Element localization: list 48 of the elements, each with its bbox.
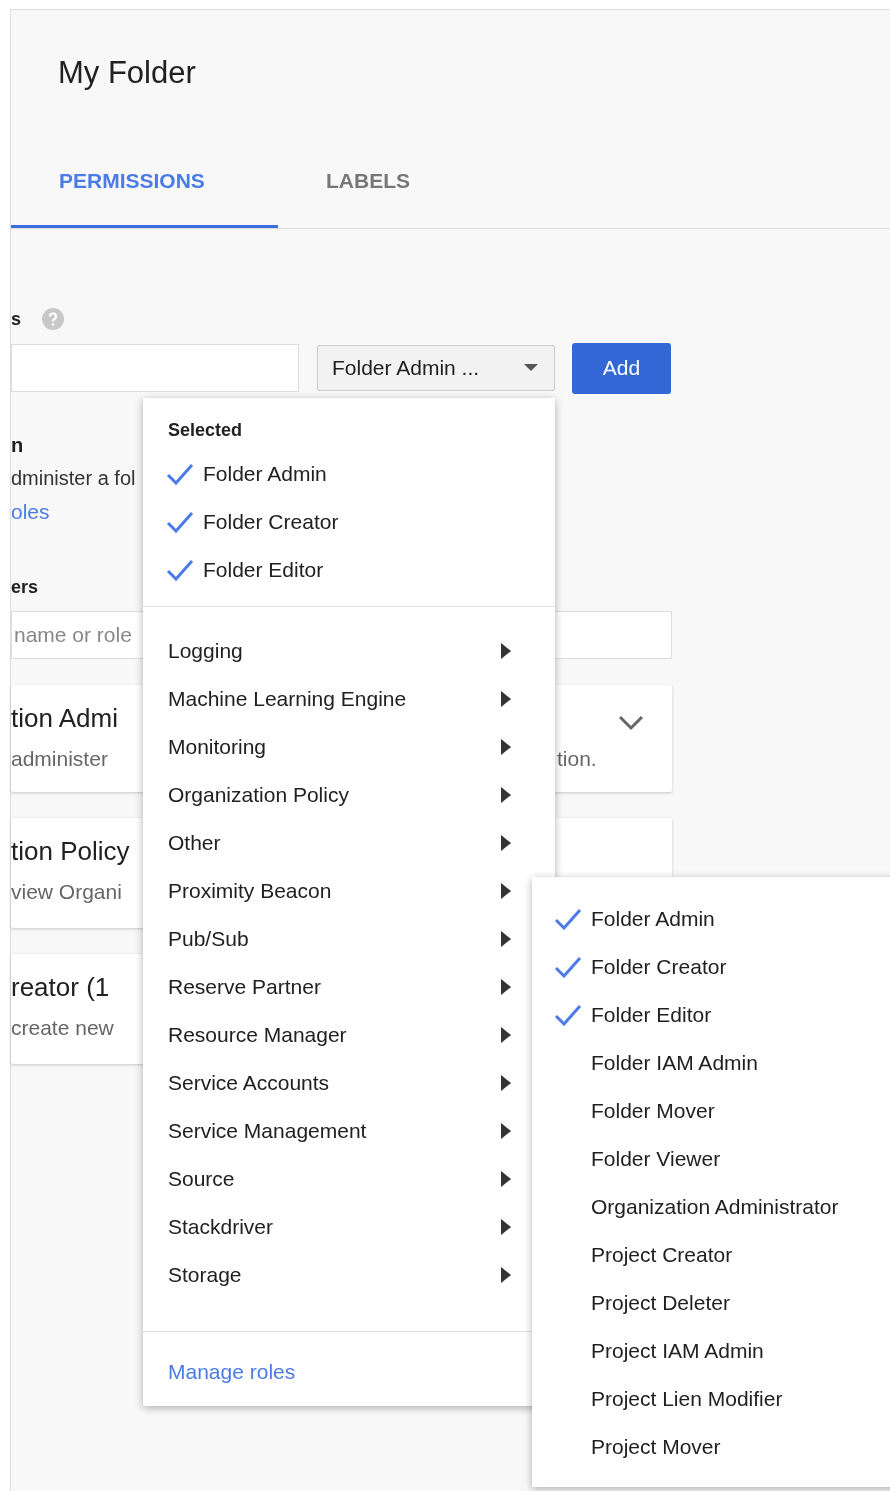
tab[interactable]: PERMISSIONS: [11, 169, 278, 228]
menu-item[interactable]: Stackdriver: [143, 1203, 525, 1251]
menu-item[interactable]: Machine Learning Engine: [143, 675, 525, 723]
card-description: administer: [11, 747, 108, 771]
menu-item[interactable]: Service Management: [143, 1107, 525, 1155]
menu-item[interactable]: Project Deleter: [532, 1279, 890, 1327]
menu-item[interactable]: Project Mover: [532, 1423, 890, 1471]
menu-item[interactable]: Logging: [143, 627, 525, 675]
menu-item[interactable]: Folder Editor: [532, 991, 890, 1039]
menu-item[interactable]: Monitoring: [143, 723, 525, 771]
menu-item[interactable]: Folder Mover: [532, 1087, 890, 1135]
card-title: reator (1: [11, 971, 110, 1004]
card-description: create new: [11, 1016, 114, 1040]
menu-item[interactable]: Other: [143, 819, 525, 867]
card-description-end: tion.: [557, 747, 597, 771]
menu-item[interactable]: Project Creator: [532, 1231, 890, 1279]
card-description: view Organi: [11, 880, 122, 904]
menu-item[interactable]: Folder IAM Admin: [532, 1039, 890, 1087]
role-description: dminister a fol: [11, 467, 136, 491]
menu-item[interactable]: Folder Creator: [532, 943, 890, 991]
menu-item[interactable]: Resource Manager: [143, 1011, 525, 1059]
menu-item[interactable]: Service Accounts: [143, 1059, 525, 1107]
role-title: n: [11, 434, 24, 458]
menu-item[interactable]: Folder Editor: [143, 546, 555, 594]
menu-item[interactable]: Source: [143, 1155, 525, 1203]
menu-item[interactable]: Reserve Partner: [143, 963, 525, 1011]
menu-item[interactable]: Organization Policy: [143, 771, 525, 819]
menu-item[interactable]: Folder Admin: [532, 895, 890, 943]
section-label: s: [11, 308, 21, 330]
menu-item[interactable]: Folder Viewer: [532, 1135, 890, 1183]
members-label: ers: [11, 577, 40, 598]
roles-link[interactable]: oles: [11, 500, 50, 524]
menu-item[interactable]: Proximity Beacon: [143, 867, 525, 915]
menu-item[interactable]: Folder Creator: [143, 498, 555, 546]
menu-item[interactable]: Storage: [143, 1251, 525, 1299]
menu-item[interactable]: Project Lien Modifier: [532, 1375, 890, 1423]
manage-roles-link[interactable]: Manage roles: [168, 1360, 296, 1384]
card-title: tion Policy: [11, 835, 130, 868]
page-title: My Folder: [57, 54, 197, 92]
add-button[interactable]: Add: [572, 342, 671, 394]
role-dropdown[interactable]: Folder Admin ...: [317, 345, 555, 391]
tab[interactable]: LABELS: [278, 169, 410, 228]
menu-heading: Selected: [167, 420, 244, 442]
menu-item[interactable]: Folder Admin: [143, 450, 555, 498]
card-title: tion Admi: [11, 702, 118, 735]
menu-item[interactable]: Project IAM Admin: [532, 1327, 890, 1375]
menu-item[interactable]: Pub/Sub: [143, 915, 525, 963]
menu-item[interactable]: Organization Administrator: [532, 1183, 890, 1231]
